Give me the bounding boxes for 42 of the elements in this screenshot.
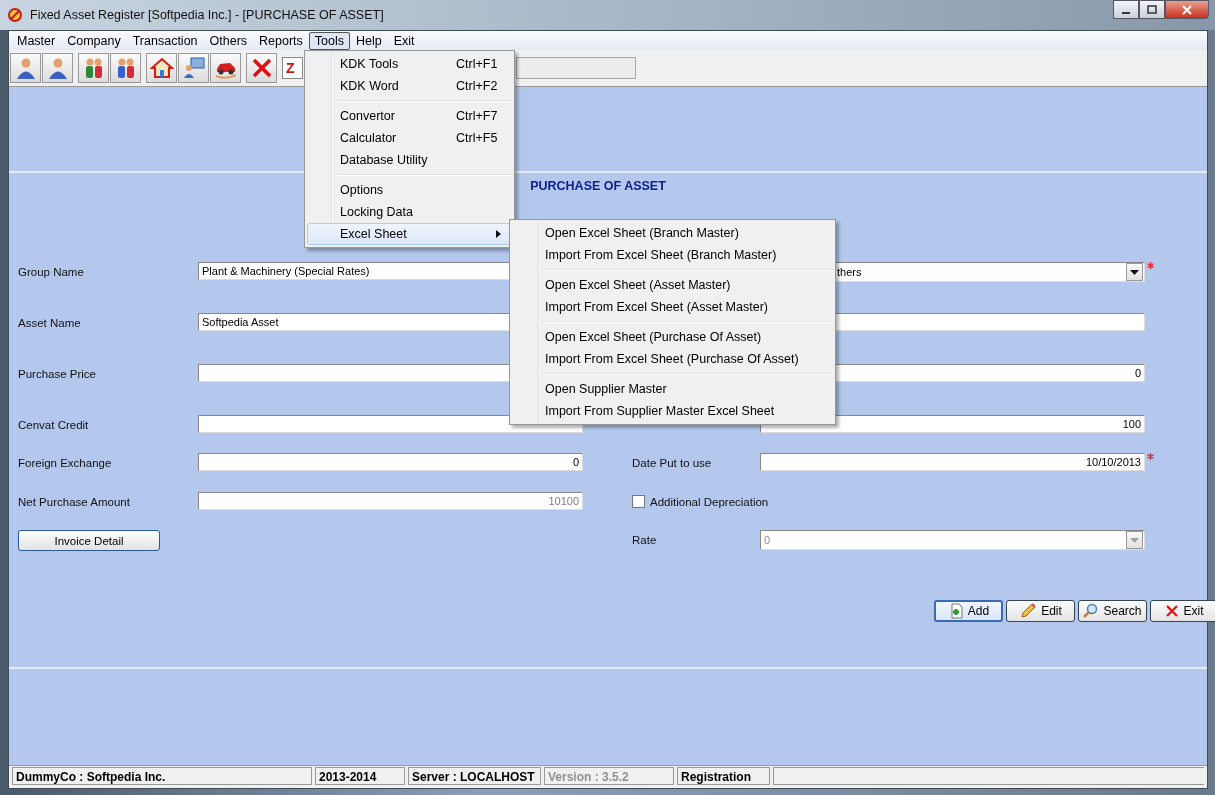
- menu-item[interactable]: Help: [350, 31, 388, 50]
- edit-button[interactable]: Edit: [1006, 600, 1075, 622]
- input-field[interactable]: 10/10/2013: [760, 453, 1145, 471]
- checkbox-label: Additional Depreciation: [650, 495, 769, 508]
- status-text: Server : LOCALHOST: [408, 767, 541, 785]
- field-label: Purchase Price: [18, 367, 96, 380]
- input-field[interactable]: 10100: [198, 492, 583, 510]
- menu-item[interactable]: Transaction: [126, 31, 204, 50]
- menu-item[interactable]: Reports: [253, 31, 309, 50]
- field-label: Group Name: [18, 265, 84, 278]
- invoice-detail-button[interactable]: Invoice Detail: [18, 530, 160, 551]
- status-text: 2013-2014: [315, 767, 405, 785]
- window-title: Fixed Asset Register [Softpedia Inc.] - [PURCHASE OF ASSET]: [30, 8, 384, 22]
- menu-item[interactable]: KDK Word Ctrl+F2: [307, 75, 512, 97]
- field-label: Date Put to use: [632, 456, 712, 469]
- input-field[interactable]: 0: [198, 453, 583, 471]
- form-title: PURCHASE OF ASSET: [530, 179, 666, 194]
- menu-item[interactable]: Open Excel Sheet (Branch Master): [512, 222, 833, 244]
- status-text: Registration: [677, 767, 770, 785]
- field-label: Rate: [632, 533, 657, 546]
- field-label: Net Purchase Amount: [18, 495, 130, 508]
- menu-item[interactable]: Company: [61, 31, 127, 50]
- menu-item[interactable]: Calculator Ctrl+F5: [307, 127, 512, 149]
- status-text: DummyCo : Softpedia Inc.: [12, 767, 312, 785]
- menu-item[interactable]: Database Utility: [307, 149, 512, 171]
- menu-item[interactable]: Excel Sheet: [307, 223, 512, 245]
- field-label: Asset Name: [18, 316, 81, 329]
- menu-item[interactable]: KDK Tools Ctrl+F1: [307, 53, 512, 75]
- menu-item[interactable]: Master: [11, 31, 62, 50]
- menu-item[interactable]: Locking Data: [307, 201, 512, 223]
- field-label: Cenvat Credit: [18, 418, 89, 431]
- search-button[interactable]: Search: [1078, 600, 1147, 622]
- menu-item[interactable]: Options: [307, 179, 512, 201]
- status-text: Version : 3.5.2: [544, 767, 674, 785]
- menu-item[interactable]: Convertor Ctrl+F7: [307, 105, 512, 127]
- exit-button[interactable]: Exit: [1150, 600, 1215, 622]
- menu-item[interactable]: Others: [203, 31, 254, 50]
- field-label: Foreign Exchange: [18, 456, 112, 469]
- code-field[interactable]: Z: [282, 57, 303, 79]
- menu-item[interactable]: Exit: [387, 31, 421, 50]
- add-button[interactable]: Add: [934, 600, 1003, 622]
- menu-item[interactable]: Tools: [308, 31, 351, 50]
